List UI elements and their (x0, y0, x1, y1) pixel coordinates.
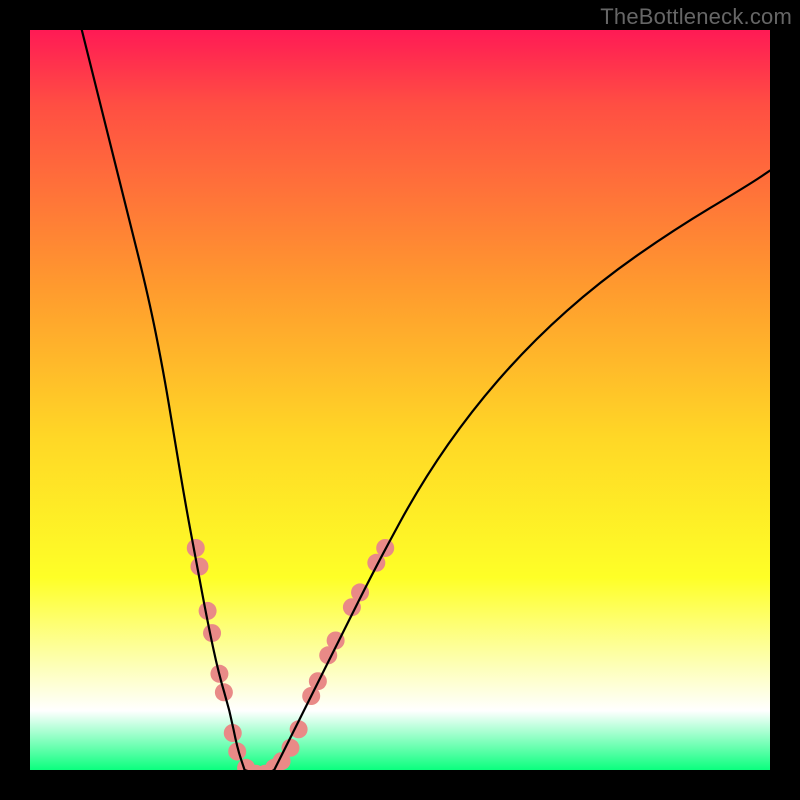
watermark-text: TheBottleneck.com (600, 4, 792, 30)
plot-area (30, 30, 770, 770)
gradient-background (30, 30, 770, 770)
chart-svg (30, 30, 770, 770)
chart-frame: TheBottleneck.com (0, 0, 800, 800)
